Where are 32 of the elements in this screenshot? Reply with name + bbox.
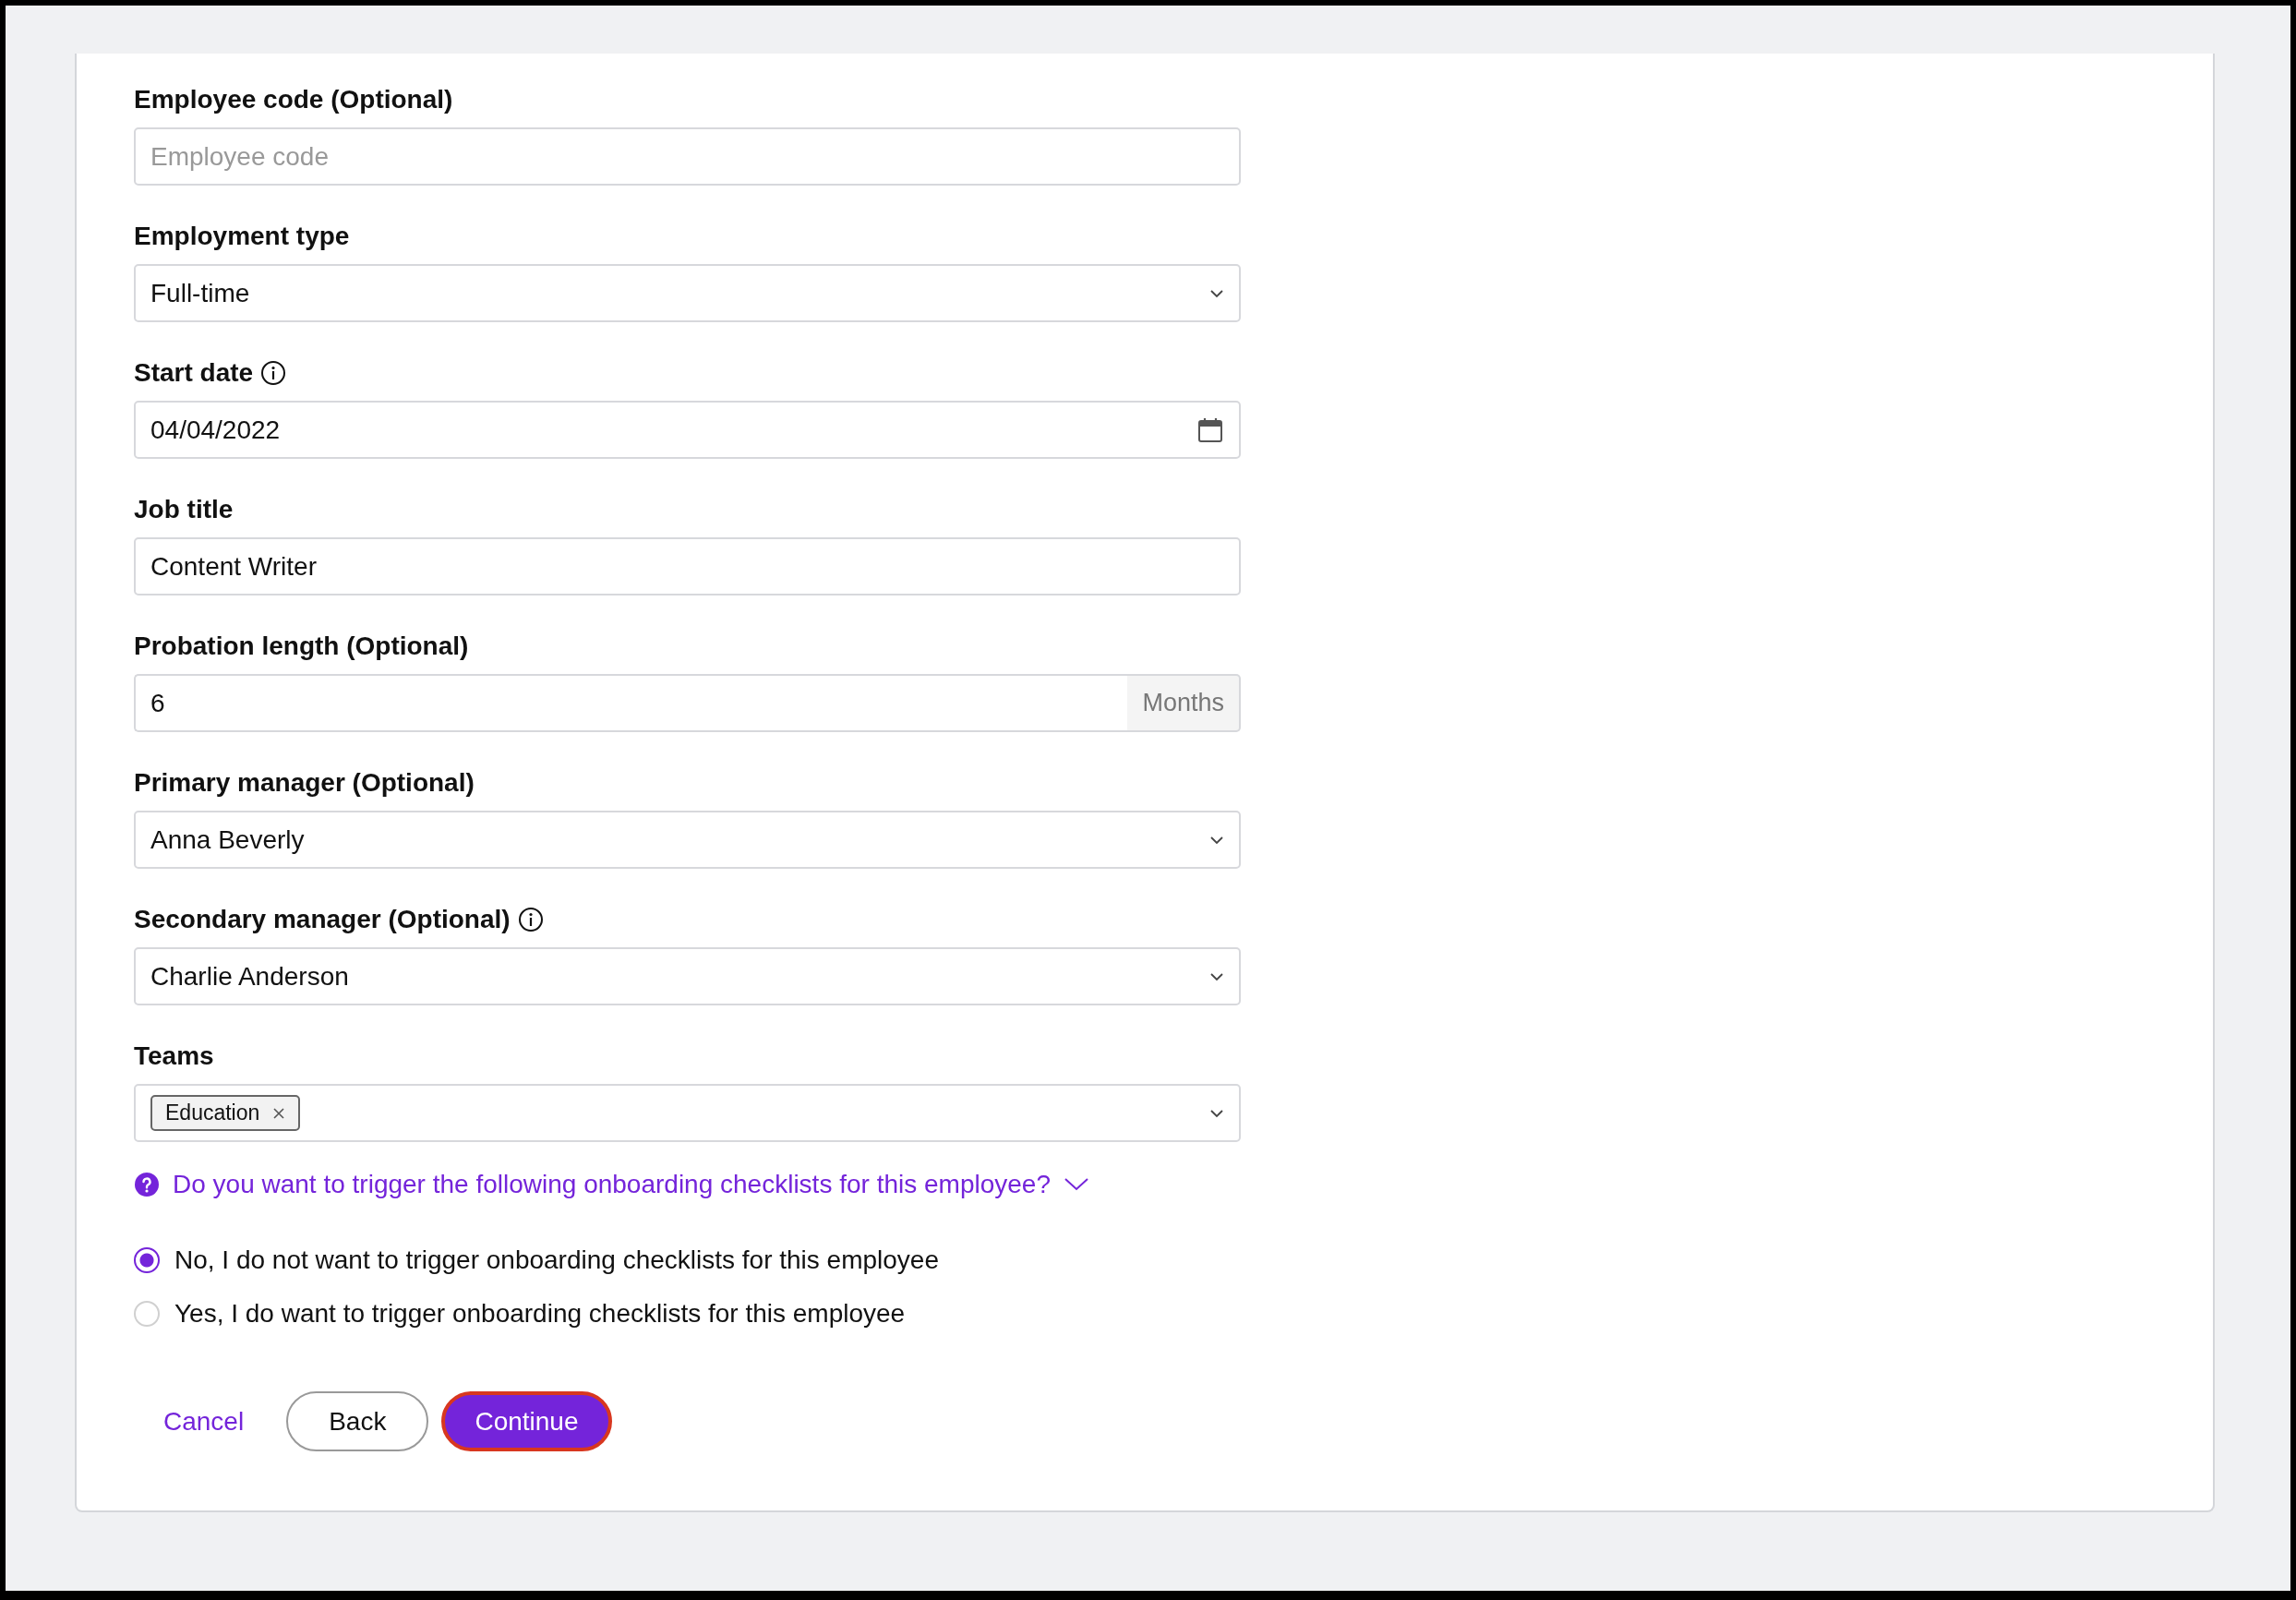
field-label: Teams bbox=[134, 1041, 214, 1071]
radio-button[interactable] bbox=[134, 1247, 160, 1273]
field-label: Start date bbox=[134, 358, 254, 388]
text-input-field[interactable]: Employee code bbox=[134, 127, 1241, 186]
field-label: Employment type bbox=[134, 222, 350, 251]
info-icon bbox=[260, 360, 287, 386]
help-icon bbox=[134, 1172, 160, 1197]
radio-label[interactable]: No, I do not want to trigger onboarding checklists for this employee bbox=[174, 1245, 939, 1275]
cancel-link[interactable]: Cancel bbox=[134, 1391, 274, 1451]
back-button[interactable]: Back bbox=[286, 1391, 429, 1451]
chevron-down-icon bbox=[1209, 287, 1224, 299]
chevron-down-icon bbox=[1209, 970, 1224, 982]
field-label: Probation length (Optional) bbox=[134, 632, 469, 661]
chevron-down-icon bbox=[1209, 834, 1224, 846]
expand-question-link[interactable]: Do you want to trigger the following onboarding checklists for this employee? bbox=[134, 1170, 2156, 1199]
radio-label[interactable]: Yes, I do want to trigger onboarding checklists for this employee bbox=[174, 1299, 906, 1329]
close-icon bbox=[272, 1106, 286, 1120]
field-label: Primary manager (Optional) bbox=[134, 768, 475, 798]
text-input-field[interactable]: Content Writer bbox=[134, 537, 1241, 595]
chevron-down-icon bbox=[1209, 1107, 1224, 1119]
dropdown-field[interactable]: Charlie Anderson bbox=[134, 947, 1241, 1005]
dropdown-field[interactable]: Full-time bbox=[134, 264, 1241, 322]
dropdown-field[interactable]: Anna Beverly bbox=[134, 811, 1241, 869]
continue-button[interactable]: Continue bbox=[441, 1391, 612, 1451]
multi-select-field[interactable]: Education bbox=[134, 1084, 1241, 1142]
info-icon bbox=[517, 907, 544, 932]
calendar-icon bbox=[1196, 415, 1224, 444]
field-label: Employee code (Optional) bbox=[134, 85, 453, 114]
field-label: Secondary manager (Optional) bbox=[134, 905, 511, 934]
date-field[interactable]: 04/04/2022 bbox=[134, 401, 1241, 459]
field-label: Job title bbox=[134, 495, 234, 524]
tag-chip: Education bbox=[150, 1095, 301, 1131]
